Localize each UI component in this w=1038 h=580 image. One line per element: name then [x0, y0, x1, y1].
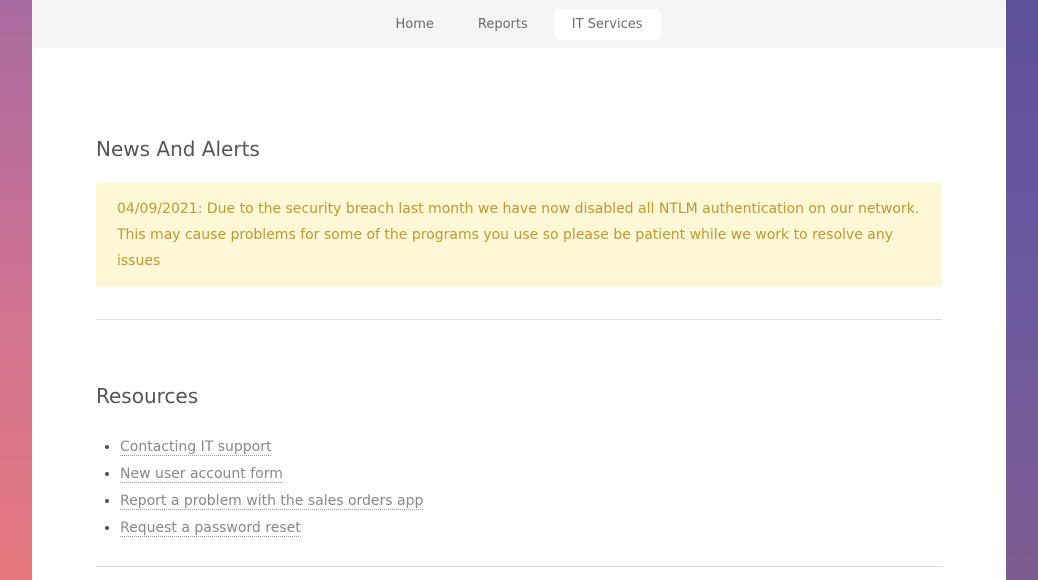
nav-item-home[interactable]: Home	[378, 9, 452, 40]
link-request-password-reset[interactable]: Request a password reset	[120, 520, 301, 537]
list-item: Contacting IT support	[120, 434, 942, 461]
nav-item-it-services[interactable]: IT Services	[553, 8, 661, 40]
link-new-user-account-form[interactable]: New user account form	[120, 466, 283, 483]
link-contacting-it-support[interactable]: Contacting IT support	[120, 439, 272, 456]
section-divider	[96, 319, 942, 320]
top-navigation: Home Reports IT Services	[32, 0, 1006, 48]
news-heading: News And Alerts	[96, 137, 260, 161]
security-alert: 04/09/2021: Due to the security breach l…	[96, 183, 942, 287]
resources-list: Contacting IT support New user account f…	[96, 434, 942, 542]
page-container: Home Reports IT Services News And Alerts…	[32, 0, 1006, 580]
main-content: News And Alerts 04/09/2021: Due to the s…	[32, 137, 1006, 567]
list-item: New user account form	[120, 461, 942, 488]
nav-item-reports[interactable]: Reports	[460, 9, 546, 40]
section-divider	[96, 566, 942, 567]
link-report-sales-orders-problem[interactable]: Report a problem with the sales orders a…	[120, 493, 424, 510]
resources-heading: Resources	[96, 384, 199, 408]
list-item: Report a problem with the sales orders a…	[120, 488, 942, 515]
list-item: Request a password reset	[120, 515, 942, 542]
